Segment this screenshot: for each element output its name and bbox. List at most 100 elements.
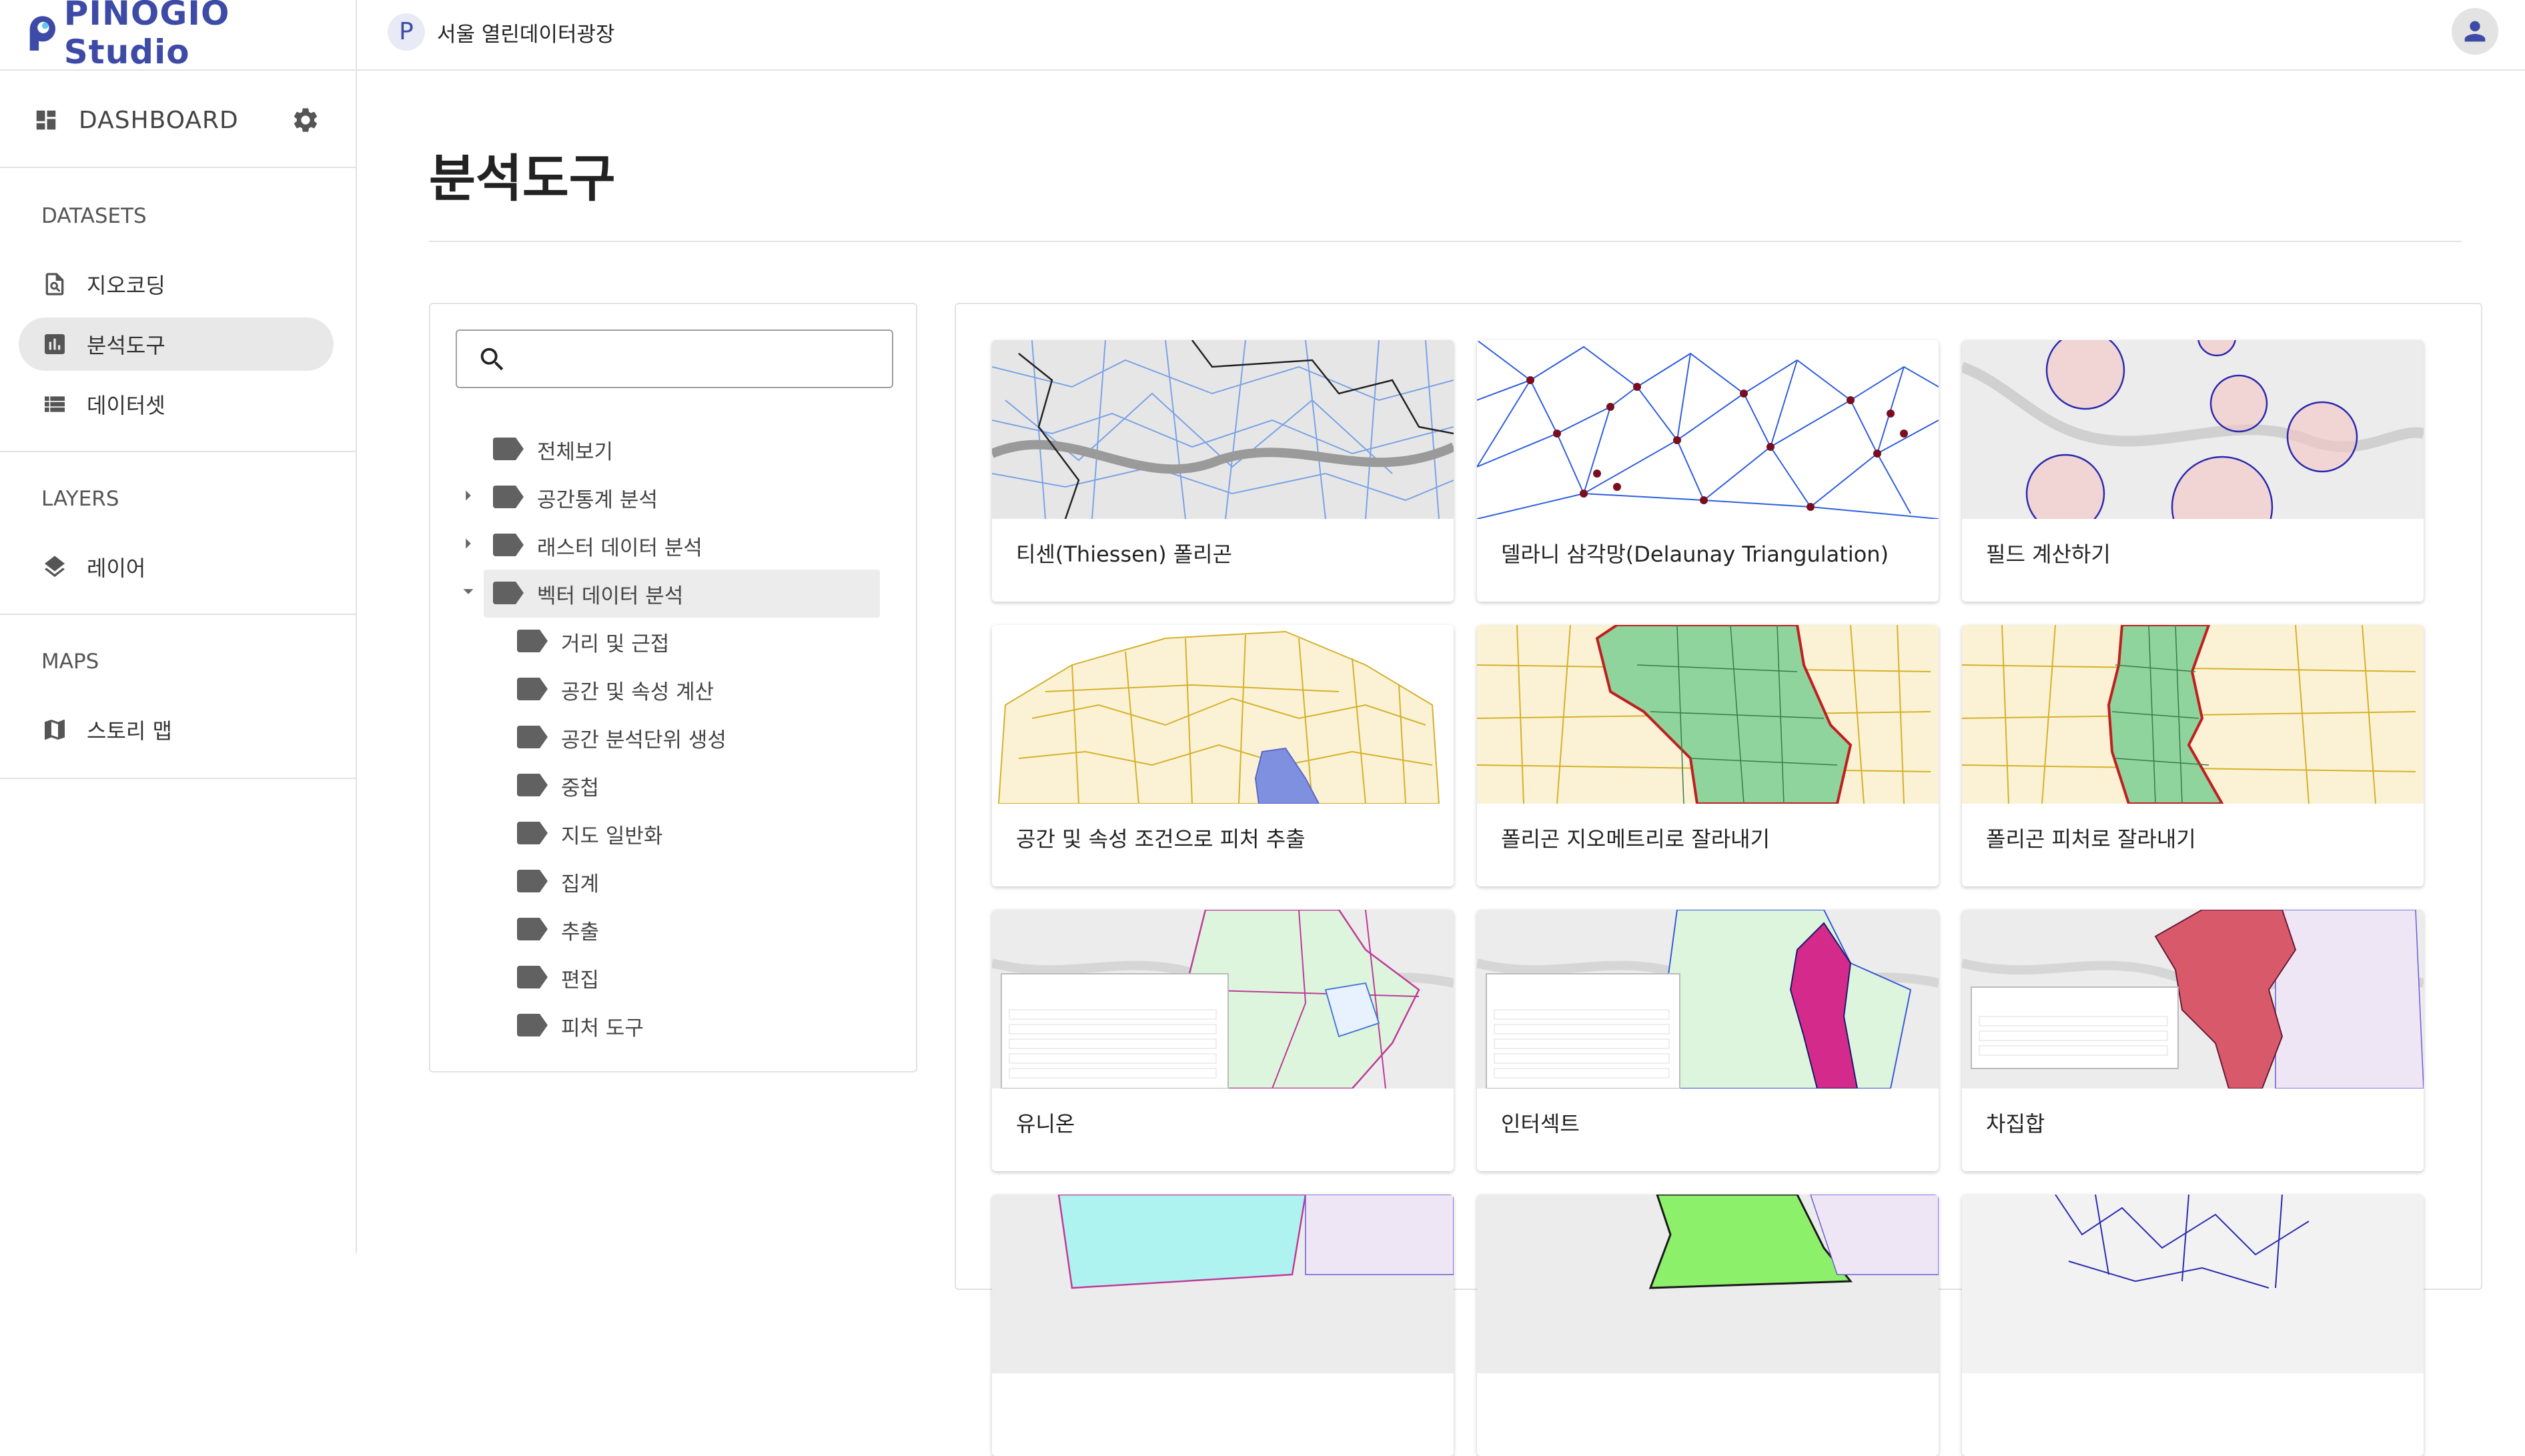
dashboard-label: DASHBOARD — [79, 106, 239, 134]
tool-card-union[interactable]: 유니온 — [992, 910, 1454, 1171]
brand-name: PINOGIO Studio — [63, 0, 230, 71]
card-title: 차집합 — [1986, 1111, 2045, 1137]
section-label-layers: LAYERS — [41, 487, 119, 511]
section-label-maps: MAPS — [41, 650, 99, 674]
title-divider — [429, 241, 2462, 242]
field-calculator-thumbnail — [1962, 340, 2424, 519]
card-title: 델라니 삼각망(Delaunay Triangulation) — [1501, 542, 1889, 567]
gear-icon[interactable] — [291, 105, 320, 135]
tree-item-spatial-statistics[interactable]: 공간통계 분석 — [430, 476, 919, 518]
label-folder-icon — [517, 822, 548, 844]
card-title: 폴리곤 피처로 잘라내기 — [1986, 826, 2196, 852]
sidebar-item-story-map[interactable]: 스토리 맵 — [19, 703, 334, 756]
tree-item-label: 래스터 데이터 분석 — [537, 536, 702, 560]
label-folder-icon — [493, 582, 524, 604]
label-folder-icon — [517, 774, 548, 796]
tool-card-intersect[interactable]: 인터섹트 — [1477, 910, 1939, 1171]
search-icon — [480, 347, 504, 371]
sidebar-item-analysis-tools[interactable]: 분석도구 — [19, 317, 334, 371]
tool-card-field-calculator[interactable]: 필드 계산하기 — [1962, 340, 2424, 602]
card-title: 폴리곤 지오메트리로 잘라내기 — [1501, 826, 1771, 852]
delaunay-triangulation-thumbnail — [1477, 340, 1939, 519]
label-folder-icon — [517, 870, 548, 892]
geocode-search-icon — [45, 273, 64, 295]
tree-item-label: 벡터 데이터 분석 — [537, 584, 684, 608]
tool-thumbnail — [992, 1195, 1454, 1373]
tree-item-spatial-attribute-calc[interactable]: 공간 및 속성 계산 — [430, 668, 919, 710]
sidebar: PINOGIO Studio DASHBOARD DATASETS 지오코딩 분… — [0, 0, 357, 1253]
tree-item-extraction[interactable]: 추출 — [430, 908, 919, 950]
tool-card[interactable] — [992, 1195, 1454, 1456]
org-name[interactable]: 서울 열린데이터광장 — [437, 17, 615, 47]
tree-item-generalization[interactable]: 지도 일반화 — [430, 812, 919, 854]
thiessen-polygon-thumbnail — [992, 340, 1454, 519]
clip-by-feature-thumbnail — [1962, 625, 2424, 804]
tree-item-label: 추출 — [561, 920, 600, 944]
clip-by-geometry-thumbnail — [1477, 625, 1939, 804]
caret-right-icon[interactable] — [458, 486, 478, 506]
tree-item-raster-analysis[interactable]: 래스터 데이터 분석 — [430, 524, 919, 566]
card-title: 유니온 — [1016, 1111, 1075, 1137]
card-title: 티센(Thiessen) 폴리곤 — [1016, 542, 1233, 567]
tree-item-distance-proximity[interactable]: 거리 및 근접 — [430, 620, 919, 662]
user-menu-button[interactable] — [2452, 8, 2498, 55]
tree-item-label: 공간 및 속성 계산 — [561, 680, 714, 704]
sidebar-item-datasets[interactable]: 데이터셋 — [19, 378, 334, 431]
caret-down-icon[interactable] — [458, 582, 478, 602]
top-bar: P 서울 열린데이터광장 — [357, 0, 2525, 71]
label-folder-icon — [517, 726, 548, 748]
label-folder-icon — [493, 486, 524, 508]
card-title: 인터섹트 — [1501, 1111, 1580, 1137]
tool-card-clip-by-feature[interactable]: 폴리곤 피처로 잘라내기 — [1962, 625, 2424, 886]
tool-card[interactable] — [1962, 1195, 2424, 1456]
layers-icon — [45, 556, 65, 578]
page-title: 분석도구 — [429, 149, 616, 208]
dashboard-link[interactable]: DASHBOARD — [33, 100, 320, 140]
pinogio-logo-icon — [29, 16, 56, 51]
sidebar-item-layers[interactable]: 레이어 — [19, 540, 334, 594]
tree-item-label: 편집 — [561, 968, 600, 992]
tree-item-all[interactable]: 전체보기 — [430, 428, 919, 470]
tool-card-thiessen[interactable]: 티센(Thiessen) 폴리곤 — [992, 340, 1454, 602]
label-folder-icon — [517, 678, 548, 700]
sidebar-divider — [0, 451, 356, 452]
tree-item-overlay[interactable]: 중첩 — [430, 764, 919, 806]
label-folder-icon — [517, 630, 548, 652]
user-icon — [2464, 21, 2486, 42]
caret-right-icon[interactable] — [458, 534, 478, 554]
tree-item-vector-analysis[interactable]: 벡터 데이터 분석 — [430, 570, 919, 618]
tool-card-delaunay[interactable]: 델라니 삼각망(Delaunay Triangulation) — [1477, 340, 1939, 602]
dashboard-icon — [36, 110, 56, 130]
org-avatar[interactable]: P — [388, 13, 425, 51]
brand[interactable]: PINOGIO Studio — [25, 0, 356, 71]
tree-item-label: 피처 도구 — [561, 1016, 644, 1040]
tree-item-aggregation[interactable]: 집계 — [430, 860, 919, 902]
sidebar-item-geocoding[interactable]: 지오코딩 — [19, 257, 334, 311]
extract-by-condition-thumbnail — [992, 625, 1454, 804]
sidebar-item-label: 데이터셋 — [87, 393, 165, 418]
label-folder-icon — [517, 966, 548, 988]
tool-thumbnail — [1477, 1195, 1939, 1373]
tree-item-feature-tools[interactable]: 피처 도구 — [430, 1004, 919, 1046]
category-tree-panel: 전체보기 공간통계 분석 래스터 데이터 분석 벡터 데이터 분석 거리 및 근… — [429, 303, 917, 1072]
label-folder-icon — [517, 918, 548, 940]
sidebar-item-label: 레이어 — [87, 556, 146, 581]
tree-item-label: 집계 — [561, 872, 600, 896]
search-input[interactable] — [456, 329, 893, 388]
tool-thumbnail — [1962, 1195, 2424, 1373]
tool-card[interactable] — [1477, 1195, 1939, 1456]
card-title: 공간 및 속성 조건으로 피처 추출 — [1016, 826, 1306, 852]
tool-card-clip-by-geometry[interactable]: 폴리곤 지오메트리로 잘라내기 — [1477, 625, 1939, 886]
tree-item-spatial-unit-creation[interactable]: 공간 분석단위 생성 — [430, 716, 919, 758]
tree-item-label: 지도 일반화 — [561, 824, 663, 848]
tool-card-extract-by-condition[interactable]: 공간 및 속성 조건으로 피처 추출 — [992, 625, 1454, 886]
sidebar-item-label: 분석도구 — [87, 333, 165, 358]
tree-item-editing[interactable]: 편집 — [430, 956, 919, 998]
label-folder-icon — [517, 1014, 548, 1036]
label-folder-icon — [493, 534, 524, 556]
tool-card-difference[interactable]: 차집합 — [1962, 910, 2424, 1171]
sidebar-item-label: 지오코딩 — [87, 273, 165, 298]
sidebar-divider — [0, 614, 356, 615]
tree-item-label: 공간 분석단위 생성 — [561, 728, 726, 752]
sidebar-divider — [0, 167, 356, 168]
